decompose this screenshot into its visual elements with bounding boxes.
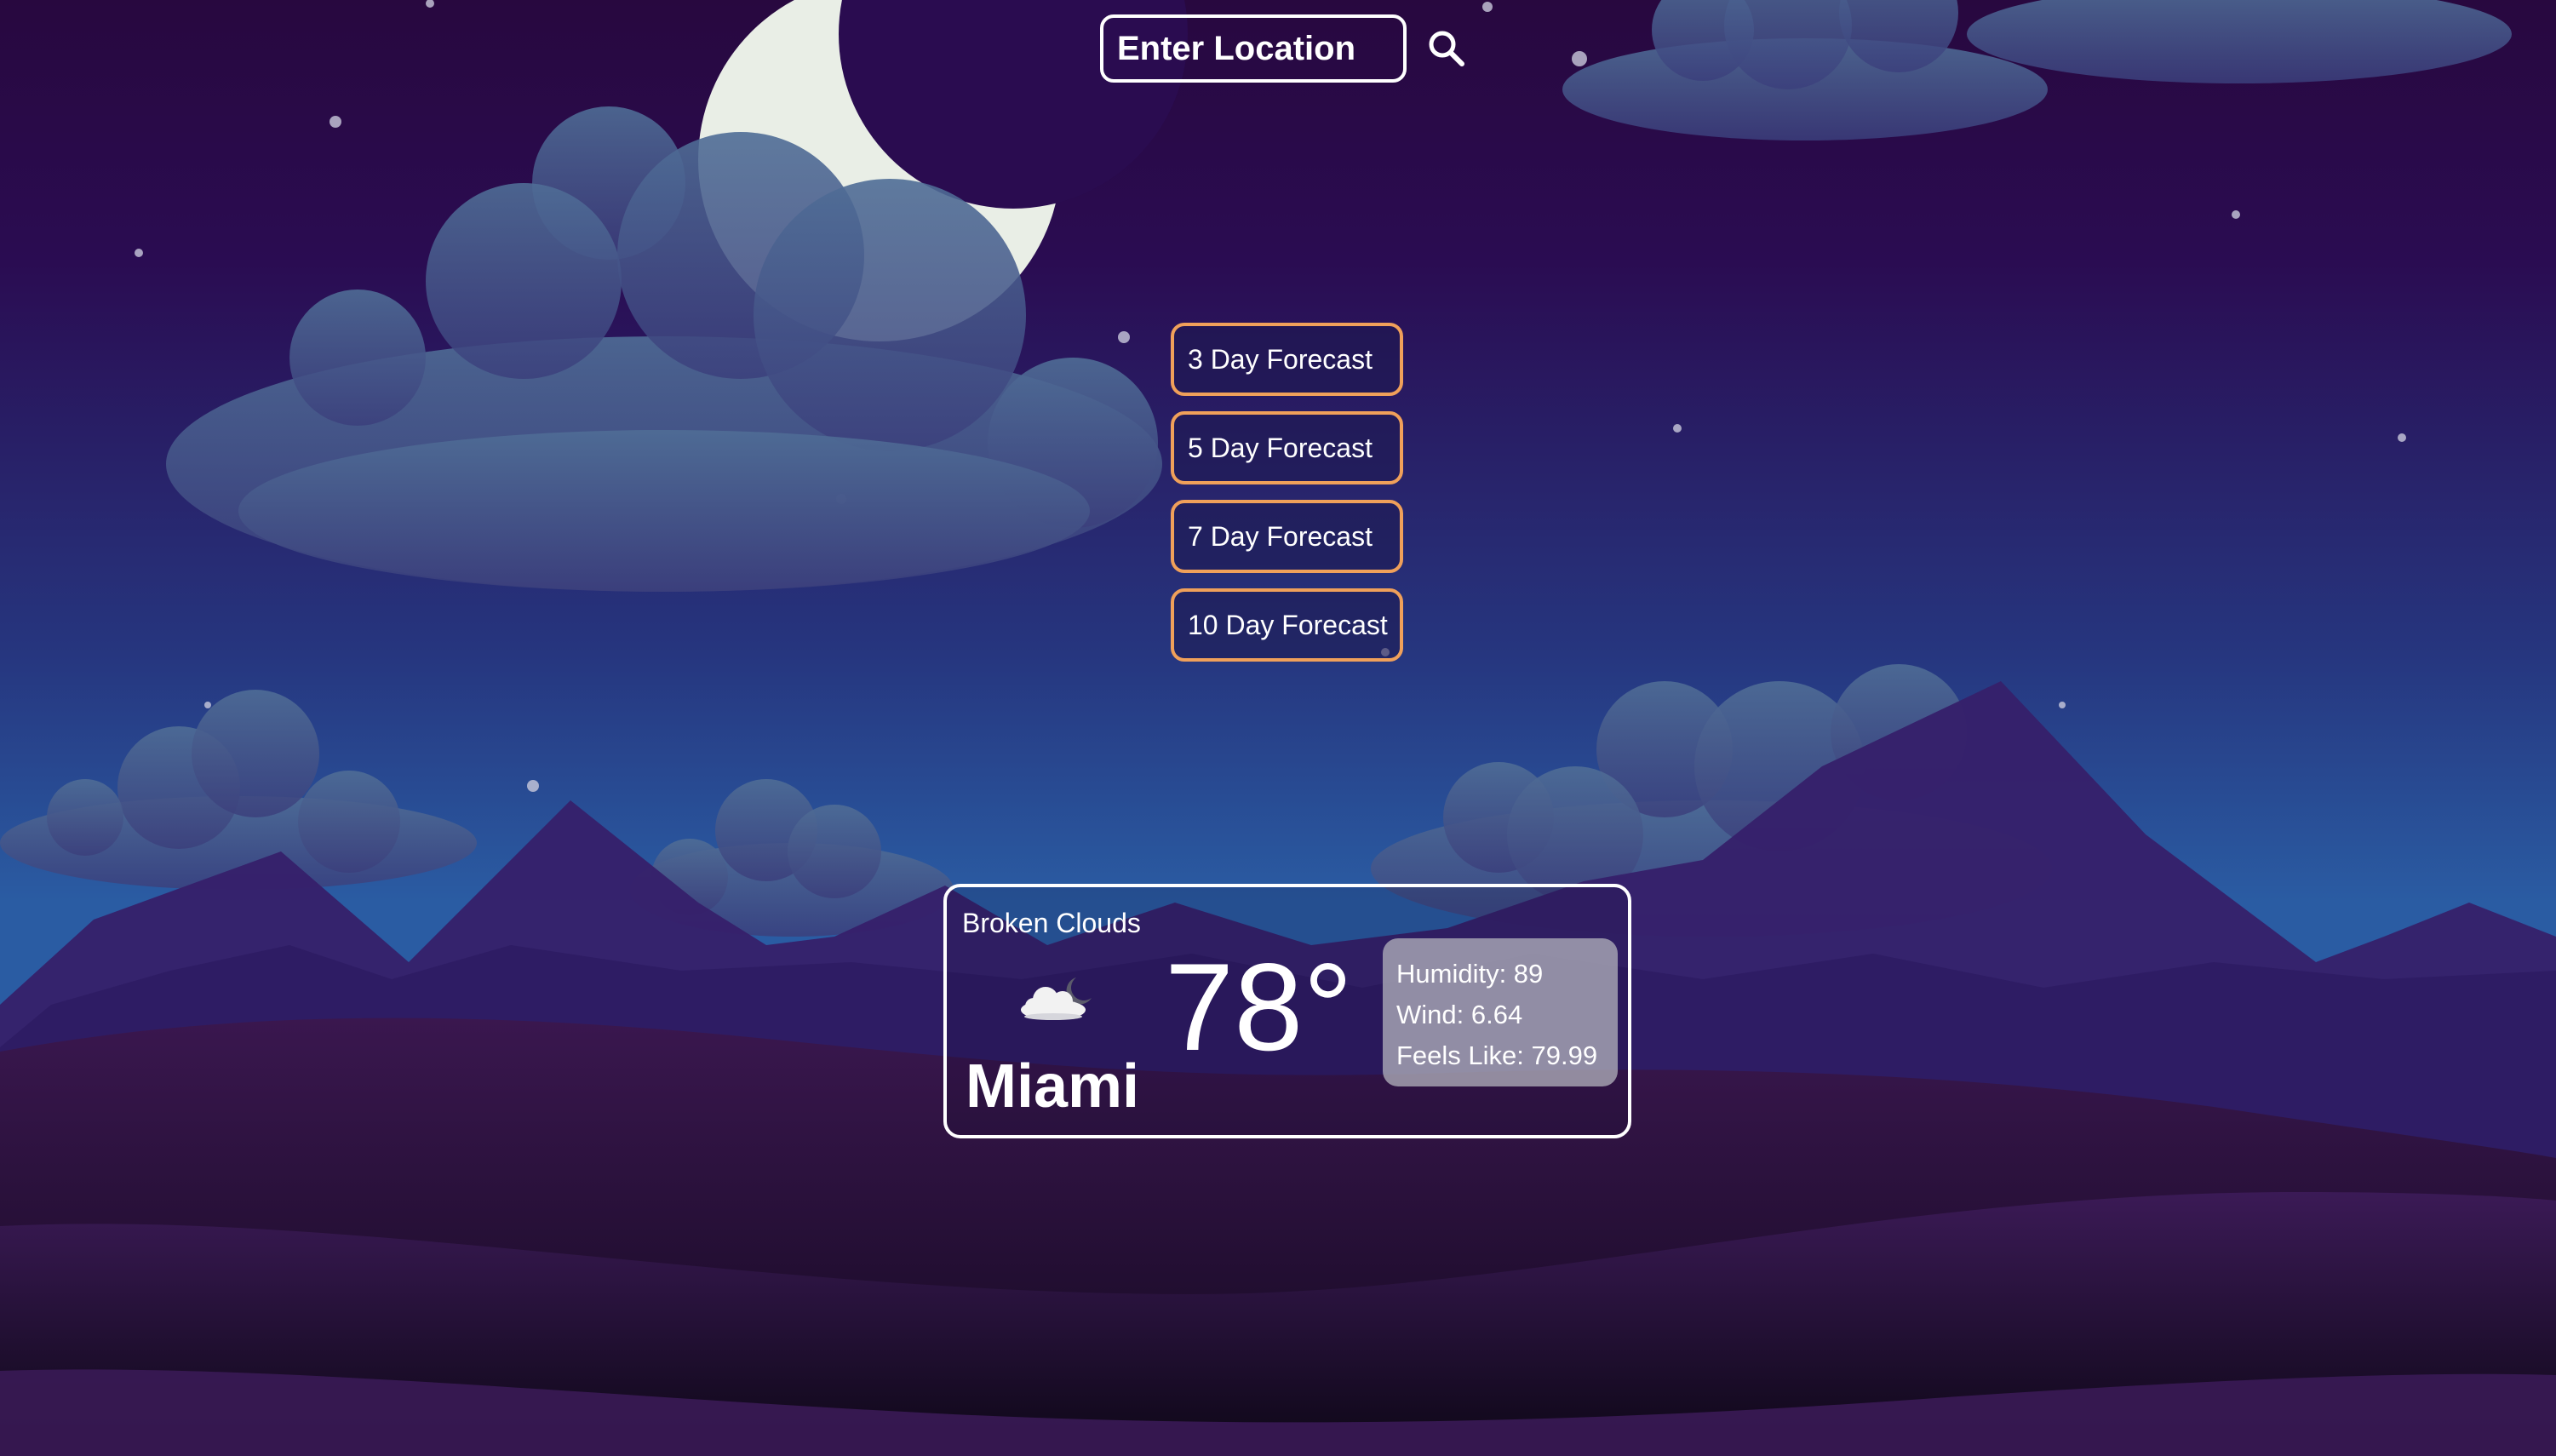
feels-like-value: Feels Like: 79.99 <box>1396 1040 1598 1070</box>
temperature: 78° <box>1165 937 1353 1076</box>
weather-condition: Broken Clouds <box>962 908 1141 938</box>
forecast-7-day-button[interactable]: 7 Day Forecast <box>1171 500 1403 573</box>
current-weather-card: Broken Clouds 78° Miami Humidity: 89 Win… <box>943 884 1631 1138</box>
cloud-moon-icon <box>1021 977 1092 1020</box>
location-search-input[interactable] <box>1100 14 1407 83</box>
wind-value: Wind: 6.64 <box>1396 1000 1523 1029</box>
search-icon <box>1429 31 1464 66</box>
forecast-options: 3 Day Forecast 5 Day Forecast 7 Day Fore… <box>1171 323 1403 677</box>
search-bar <box>1100 12 1470 85</box>
search-button[interactable] <box>1422 25 1470 72</box>
humidity-value: Humidity: 89 <box>1396 959 1544 989</box>
weather-details-panel: Humidity: 89 Wind: 6.64 Feels Like: 79.9… <box>1383 938 1618 1086</box>
forecast-5-day-button[interactable]: 5 Day Forecast <box>1171 411 1403 484</box>
forecast-10-day-button[interactable]: 10 Day Forecast <box>1171 588 1403 662</box>
night-sky-background <box>0 0 2556 1456</box>
forecast-3-day-button[interactable]: 3 Day Forecast <box>1171 323 1403 396</box>
city-name: Miami <box>966 1052 1140 1121</box>
